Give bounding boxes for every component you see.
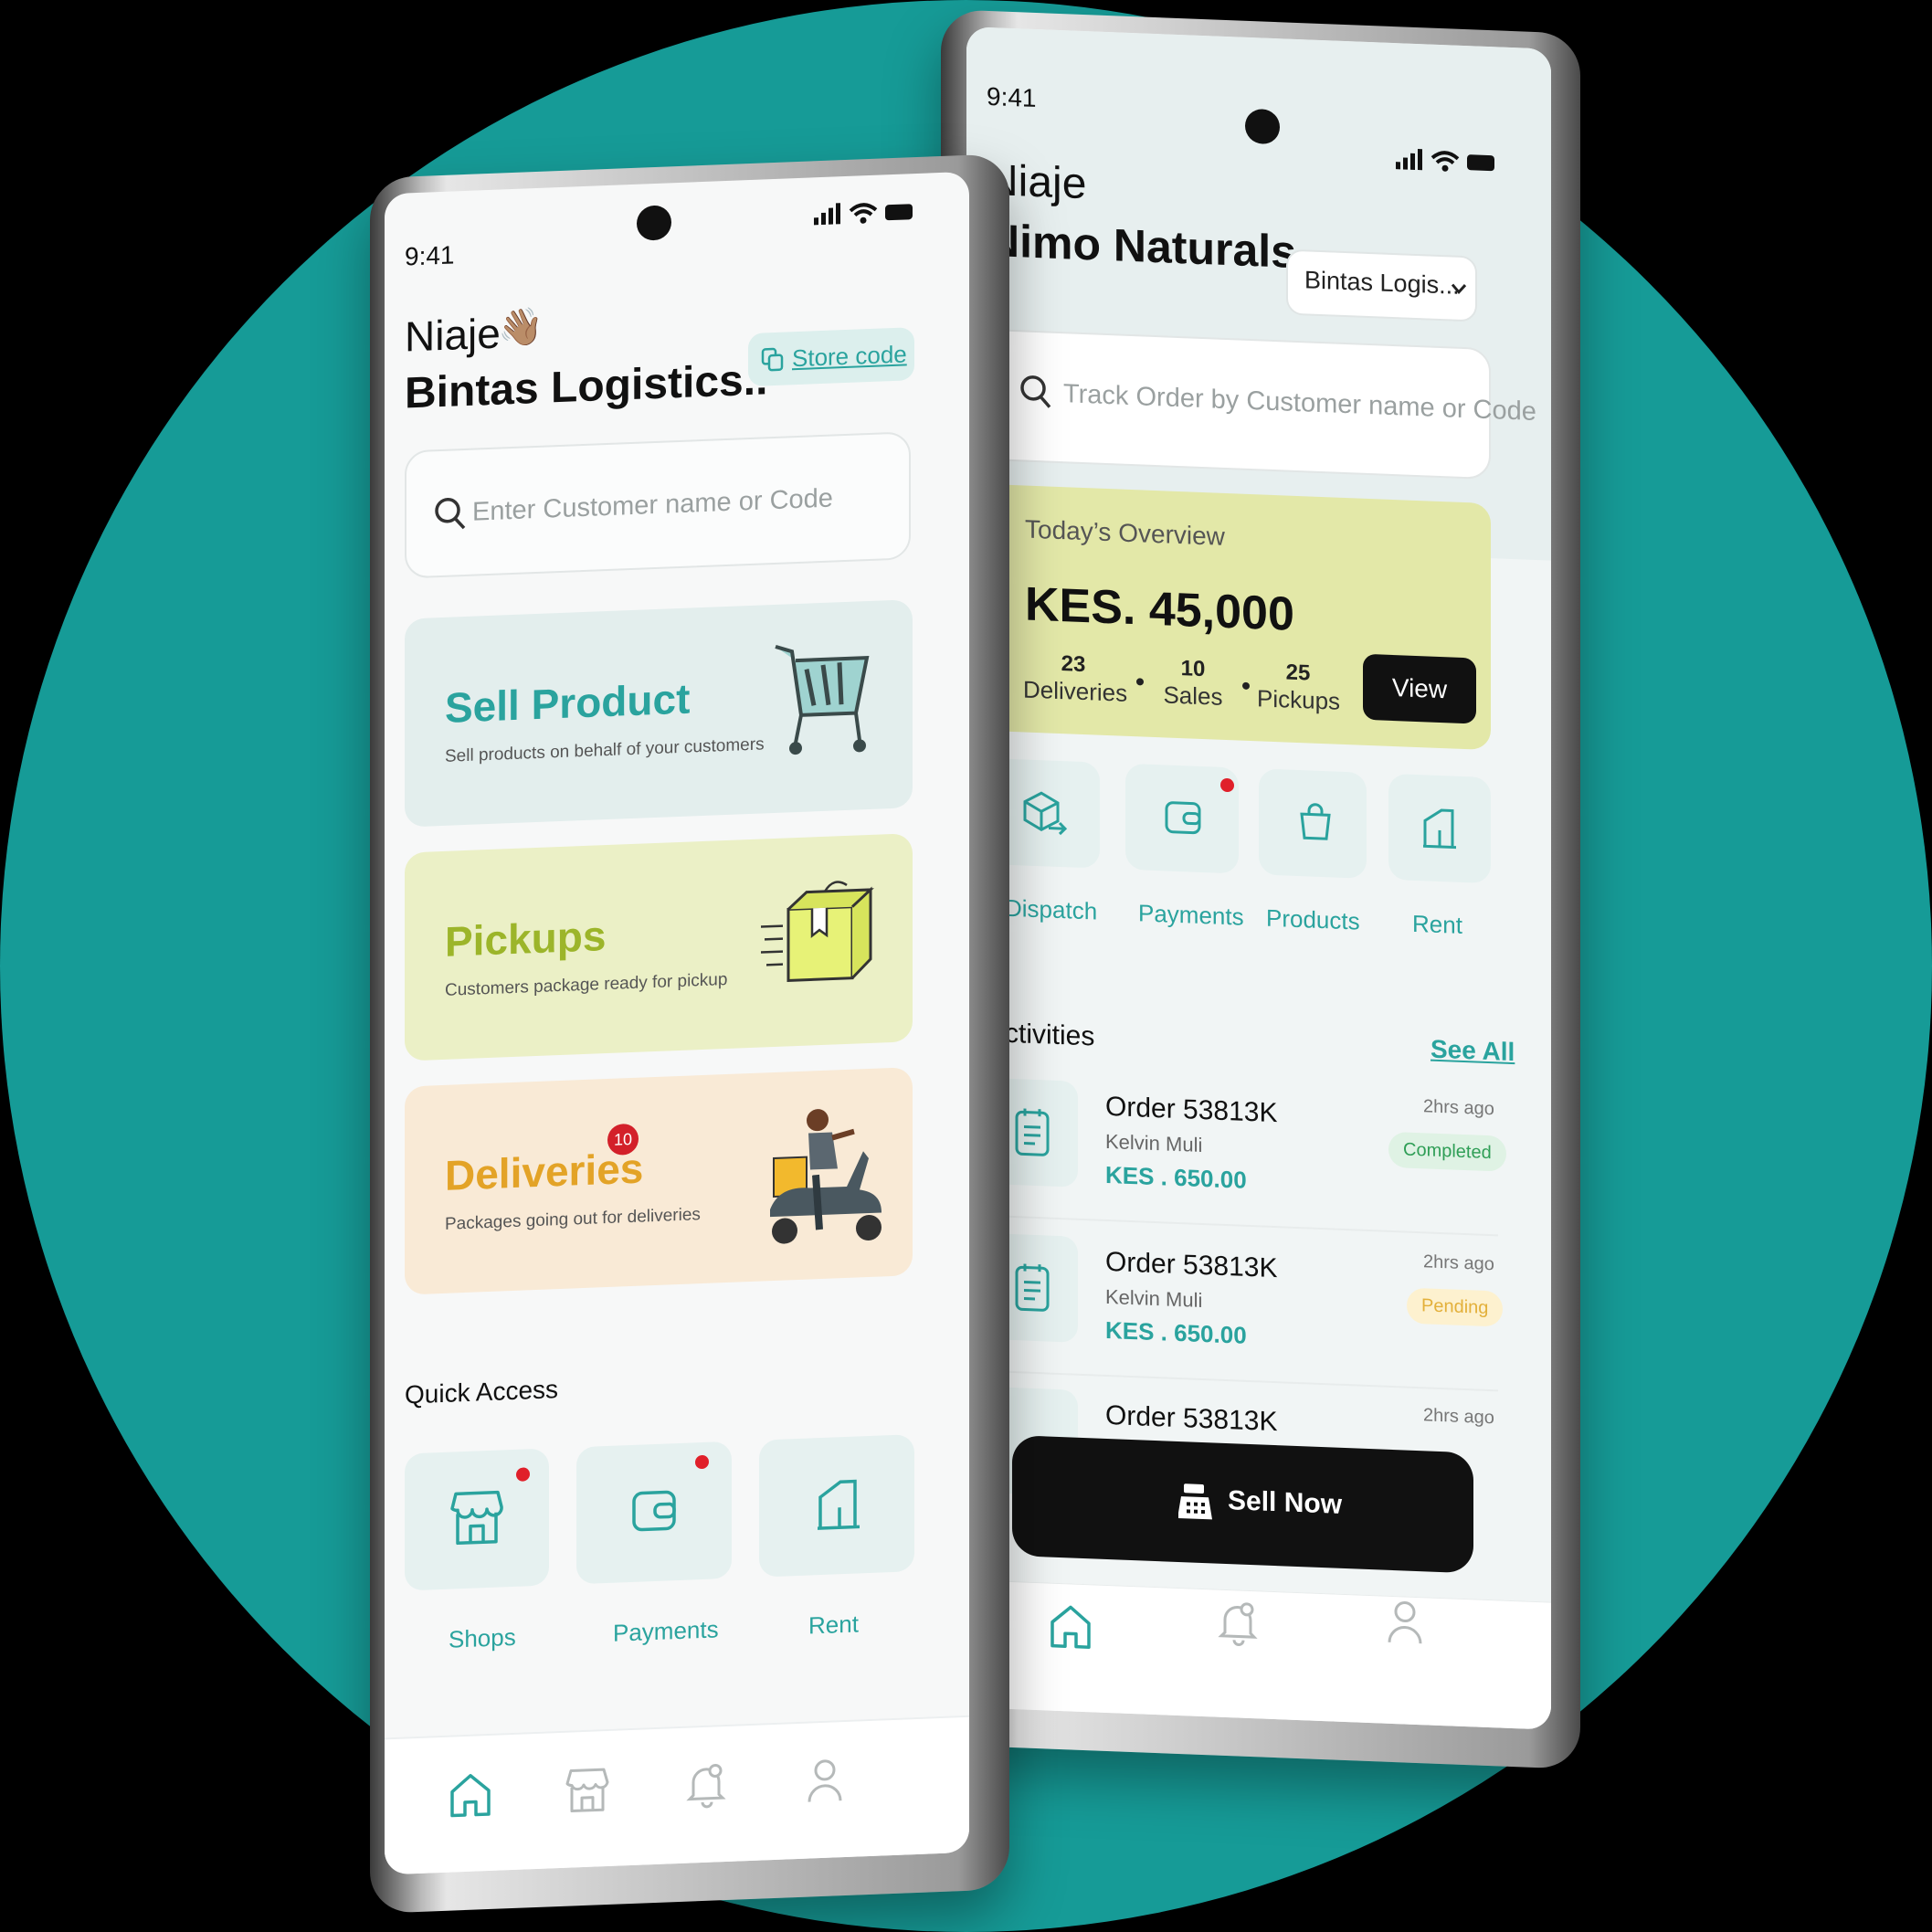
package-box-icon — [761, 881, 874, 982]
chevron-down-icon — [1451, 283, 1467, 295]
shortcut-rent-label: Rent — [1412, 909, 1462, 939]
shortcut-dispatch-label: Dispatch — [1005, 893, 1098, 925]
right-phone: 9:41 Niaje Nimo Naturals, Bintas Logis..… — [941, 9, 1580, 1769]
waving-hand-icon: 👋🏽 — [498, 306, 544, 349]
wallet-icon — [1165, 801, 1201, 835]
quick-access-payments[interactable] — [576, 1441, 732, 1585]
card-subtitle: Packages going out for deliveries — [445, 1205, 701, 1234]
activity-item[interactable]: Order 53813K Kelvin Muli KES . 650.00 2h… — [987, 1232, 1504, 1381]
card-subtitle: Sell products on behalf of your customer… — [445, 734, 765, 766]
activity-order: Order 53813K — [1105, 1091, 1278, 1129]
stat-pickups: 25 Pickups — [1257, 660, 1341, 715]
notification-dot — [516, 1467, 530, 1482]
clipboard-icon — [1015, 1108, 1050, 1156]
shortcut-products-label: Products — [1266, 903, 1360, 935]
quick-access-title: Quick Access — [405, 1375, 559, 1409]
right-phone-screen: 9:41 Niaje Nimo Naturals, Bintas Logis..… — [966, 26, 1551, 1730]
store-selector-value: Bintas Logis... — [1304, 266, 1460, 300]
activity-item[interactable]: Order 53813K Kelvin Muli KES . 650.00 2h… — [987, 1077, 1506, 1226]
shopping-cart-icon — [775, 645, 870, 755]
shortcut-payments-label: Payments — [1138, 899, 1244, 931]
store-code-button[interactable]: Store code — [748, 327, 914, 387]
card-title: Pickups — [445, 912, 607, 966]
status-badge: Completed — [1388, 1131, 1506, 1172]
quick-access-rent[interactable] — [759, 1434, 914, 1578]
stat-deliveries: 23 Deliveries — [1023, 651, 1128, 707]
bell-icon[interactable] — [1218, 1599, 1260, 1649]
deliveries-card[interactable]: Deliveries 10 Packages going out for del… — [405, 1067, 913, 1295]
search-placeholder: Enter Customer name or Code — [472, 483, 833, 527]
camera-punch-hole — [1245, 108, 1280, 145]
customer-search[interactable]: Enter Customer name or Code — [405, 431, 911, 579]
bottom-nav — [385, 1715, 969, 1875]
door-icon — [1423, 808, 1456, 850]
overview-title: Today’s Overview — [1025, 514, 1225, 551]
shop-icon — [450, 1490, 503, 1546]
activity-time: 2hrs ago — [1423, 1405, 1494, 1429]
shop-icon[interactable] — [565, 1766, 609, 1815]
activity-amount: KES . 650.00 — [1105, 1160, 1247, 1194]
shortcut-row: Dispatch Payments Products Rent — [987, 757, 1498, 961]
sell-now-button[interactable]: Sell Now — [1012, 1434, 1473, 1574]
left-phone-screen: 9:41 Niaje 👋🏽 Bintas Logistics.. Store c… — [385, 171, 969, 1875]
user-icon[interactable] — [1387, 1599, 1423, 1648]
search-icon — [1020, 375, 1051, 408]
shortcut-payments[interactable] — [1125, 763, 1239, 874]
activity-amount: KES . 650.00 — [1105, 1315, 1247, 1349]
quick-access-shops[interactable] — [405, 1448, 549, 1591]
camera-punch-hole — [637, 205, 671, 241]
wallet-icon — [632, 1490, 676, 1532]
dispatch-box-icon — [1023, 791, 1068, 836]
pickups-card[interactable]: Pickups Customers package ready for pick… — [405, 833, 913, 1061]
delivery-scooter-icon — [770, 1109, 882, 1244]
quick-access-payments-label: Payments — [613, 1615, 719, 1647]
shortcut-rent[interactable] — [1388, 773, 1491, 884]
stat-sales: 10 Sales — [1163, 656, 1223, 711]
search-placeholder: Track Order by Customer name or Code — [1063, 379, 1536, 428]
copy-icon — [761, 347, 784, 372]
view-overview-button[interactable]: View — [1363, 653, 1476, 724]
see-all-link[interactable]: See All — [1431, 1035, 1515, 1068]
activity-order: Order 53813K — [1105, 1246, 1278, 1284]
shopping-bag-icon — [1300, 803, 1331, 840]
user-icon[interactable] — [807, 1757, 843, 1806]
store-selector[interactable]: Bintas Logis... — [1286, 248, 1477, 322]
sell-product-card[interactable]: Sell Product Sell products on behalf of … — [405, 599, 913, 828]
track-order-search[interactable]: Track Order by Customer name or Code — [987, 328, 1536, 480]
cash-register-icon — [1178, 1483, 1212, 1520]
search-icon — [435, 497, 466, 530]
stat-separator — [1136, 678, 1144, 686]
left-phone: 9:41 Niaje 👋🏽 Bintas Logistics.. Store c… — [370, 153, 1009, 1914]
notification-dot — [695, 1454, 709, 1470]
stat-separator — [1242, 681, 1250, 690]
activity-time: 2hrs ago — [1423, 1251, 1494, 1275]
home-icon[interactable] — [449, 1770, 492, 1820]
status-icons — [1396, 149, 1494, 172]
status-icons — [814, 203, 913, 226]
door-icon — [818, 1479, 860, 1530]
card-subtitle: Customers package ready for pickup — [445, 969, 728, 1000]
activity-order: Order 53813K — [1105, 1399, 1278, 1438]
sell-now-label: Sell Now — [1228, 1485, 1343, 1520]
store-code-label: Store code — [792, 340, 907, 373]
home-icon[interactable] — [1049, 1602, 1093, 1652]
shortcut-products[interactable] — [1259, 768, 1367, 879]
activity-time: 2hrs ago — [1423, 1096, 1494, 1120]
status-time: 9:41 — [987, 81, 1037, 113]
activity-customer: Kelvin Muli — [1105, 1129, 1203, 1157]
bell-icon[interactable] — [686, 1761, 728, 1811]
store-name: Bintas Logistics.. — [405, 355, 768, 418]
todays-overview-card: Today’s Overview KES. 45,000 23 Deliveri… — [987, 483, 1491, 751]
quick-access-shops-label: Shops — [449, 1622, 516, 1653]
activity-customer: Kelvin Muli — [1105, 1284, 1203, 1313]
bottom-nav — [966, 1579, 1551, 1730]
greeting: Niaje — [405, 309, 501, 361]
quick-access-rent-label: Rent — [808, 1610, 859, 1640]
overview-amount: KES. 45,000 — [1025, 577, 1294, 641]
notification-dot — [1220, 777, 1234, 793]
status-badge: Pending — [1407, 1287, 1504, 1327]
status-time: 9:41 — [405, 240, 455, 271]
clipboard-icon — [1015, 1263, 1050, 1312]
card-title: Sell Product — [445, 674, 691, 732]
